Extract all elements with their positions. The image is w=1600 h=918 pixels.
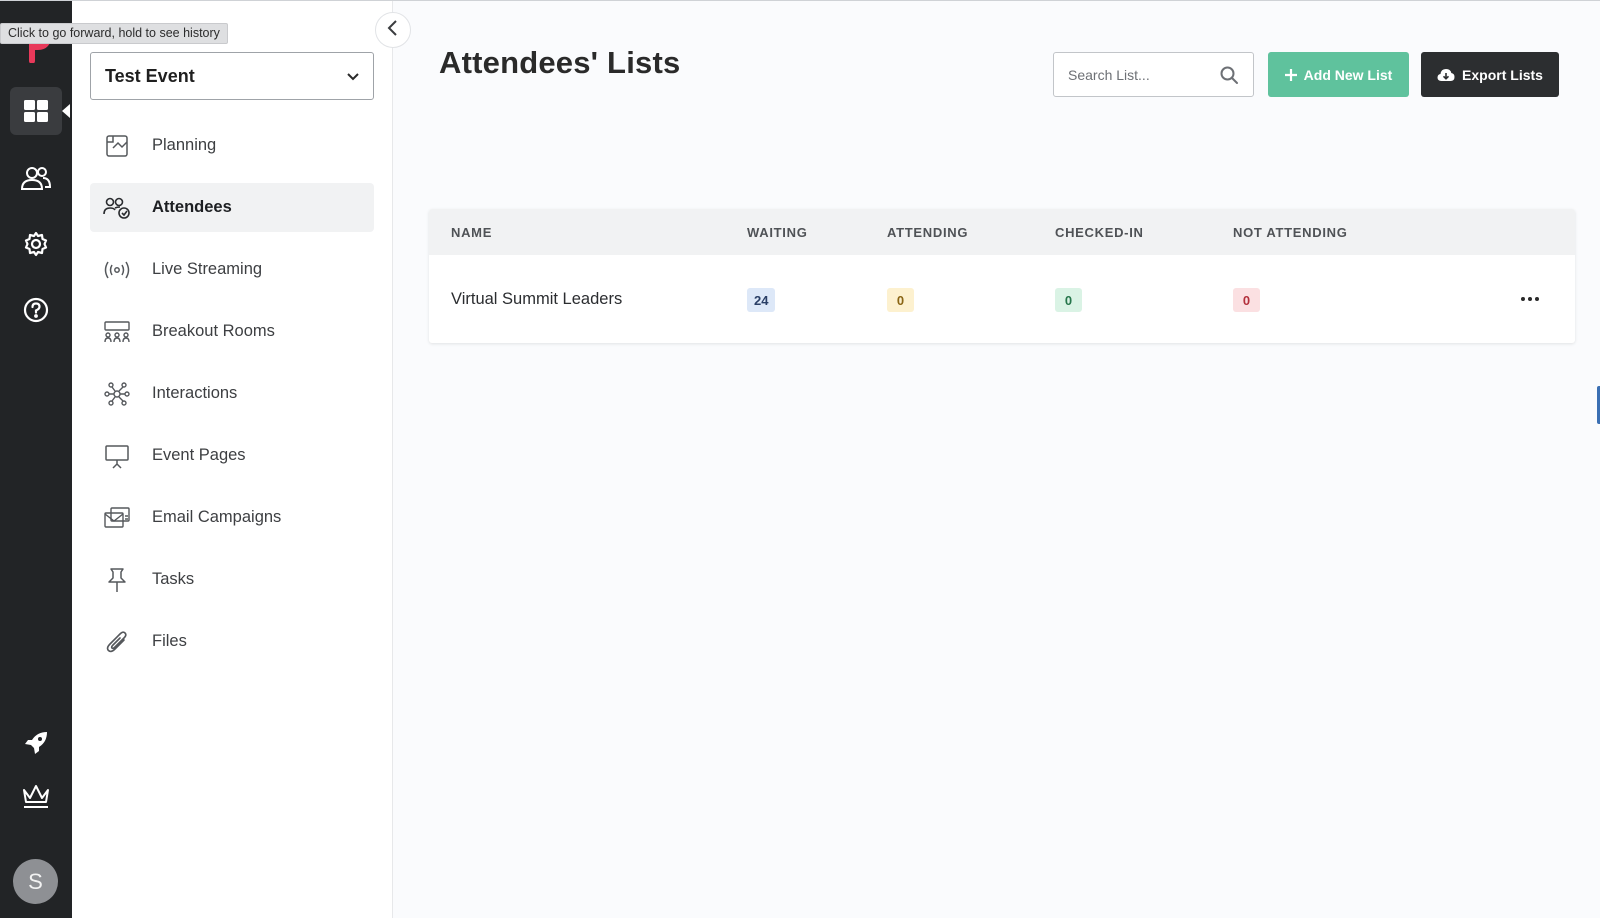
- cloud-download-icon: [1437, 68, 1455, 82]
- sidebar-item-label: Attendees: [152, 198, 232, 216]
- search-box: [1053, 52, 1254, 97]
- column-header-not-attending[interactable]: NOT ATTENDING: [1233, 225, 1348, 240]
- broadcast-icon: [102, 255, 132, 285]
- sidebar-item-label: Breakout Rooms: [152, 322, 275, 340]
- sidebar-item-label: Live Streaming: [152, 260, 263, 278]
- paperclip-icon: [102, 627, 132, 657]
- lists-table: NAME WAITING ATTENDING CHECKED-IN NOT AT…: [429, 209, 1575, 343]
- more-options-icon[interactable]: [1517, 287, 1543, 311]
- breakout-rooms-icon: [102, 317, 132, 347]
- column-header-checked-in[interactable]: CHECKED-IN: [1055, 225, 1144, 240]
- attendees-icon: [102, 193, 132, 223]
- chevron-left-icon: [386, 19, 400, 42]
- sidebar-item-live-streaming[interactable]: Live Streaming: [90, 245, 374, 294]
- sidebar-item-label: Event Pages: [152, 446, 246, 464]
- list-name[interactable]: Virtual Summit Leaders: [451, 290, 622, 309]
- pin-icon: [102, 565, 132, 595]
- collapse-sidebar-button[interactable]: [375, 12, 411, 48]
- sidebar-item-label: Interactions: [152, 384, 238, 402]
- rocket-icon[interactable]: [10, 719, 62, 767]
- sidebar-item-label: Planning: [152, 136, 217, 154]
- event-select-value: Test Event: [105, 65, 195, 86]
- sidebar-item-event-pages[interactable]: Event Pages: [90, 431, 374, 480]
- event-select[interactable]: Test Event: [90, 52, 374, 100]
- sidebar: Test Event Planning Attendees Live Strea…: [72, 1, 393, 918]
- table-row[interactable]: Virtual Summit Leaders 24 0 0 0: [429, 255, 1575, 343]
- table-header: NAME WAITING ATTENDING CHECKED-IN NOT AT…: [429, 209, 1575, 255]
- crown-icon[interactable]: [10, 772, 62, 820]
- search-icon[interactable]: [1219, 65, 1239, 90]
- waiting-count-badge: 24: [747, 288, 776, 312]
- sidebar-item-files[interactable]: Files: [90, 617, 374, 666]
- column-header-attending[interactable]: ATTENDING: [887, 225, 968, 240]
- sidebar-item-interactions[interactable]: Interactions: [90, 369, 374, 418]
- help-icon[interactable]: [10, 286, 62, 334]
- presentation-icon: [102, 441, 132, 471]
- checked-in-count-badge: 0: [1055, 288, 1082, 312]
- not-attending-count-badge: 0: [1233, 288, 1260, 312]
- icon-rail: S: [0, 1, 72, 918]
- sidebar-item-tasks[interactable]: Tasks: [90, 555, 374, 604]
- search-input[interactable]: [1054, 53, 1214, 96]
- plus-icon: [1284, 68, 1297, 81]
- avatar-initial: S: [28, 868, 43, 894]
- chevron-down-icon: [345, 68, 361, 89]
- page-title: Attendees' Lists: [439, 45, 681, 80]
- export-lists-button[interactable]: Export Lists: [1421, 52, 1559, 97]
- avatar[interactable]: S: [13, 859, 58, 904]
- email-icon: [102, 503, 132, 533]
- network-icon: [102, 379, 132, 409]
- attending-count-badge: 0: [887, 288, 914, 312]
- planning-icon: [102, 131, 132, 161]
- sidebar-item-planning[interactable]: Planning: [90, 121, 374, 170]
- sidebar-item-email-campaigns[interactable]: Email Campaigns: [90, 493, 374, 542]
- main-content: Attendees' Lists Add New List Export Lis…: [394, 1, 1600, 918]
- dashboard-icon[interactable]: [10, 87, 70, 135]
- sidebar-item-label: Tasks: [152, 570, 195, 588]
- sidebar-item-label: Files: [152, 632, 187, 650]
- browser-tooltip: Click to go forward, hold to see history: [0, 23, 228, 44]
- people-icon[interactable]: [10, 154, 62, 202]
- add-new-list-label: Add New List: [1303, 66, 1393, 83]
- column-header-waiting[interactable]: WAITING: [747, 225, 808, 240]
- sidebar-item-breakout-rooms[interactable]: Breakout Rooms: [90, 307, 374, 356]
- tooltip-text: Click to go forward, hold to see history: [8, 26, 220, 40]
- gear-icon[interactable]: [10, 220, 62, 268]
- column-header-name[interactable]: NAME: [451, 225, 492, 240]
- sidebar-item-attendees[interactable]: Attendees: [90, 183, 374, 232]
- add-new-list-button[interactable]: Add New List: [1268, 52, 1409, 97]
- sidebar-item-label: Email Campaigns: [152, 508, 282, 526]
- export-lists-label: Export Lists: [1462, 66, 1543, 83]
